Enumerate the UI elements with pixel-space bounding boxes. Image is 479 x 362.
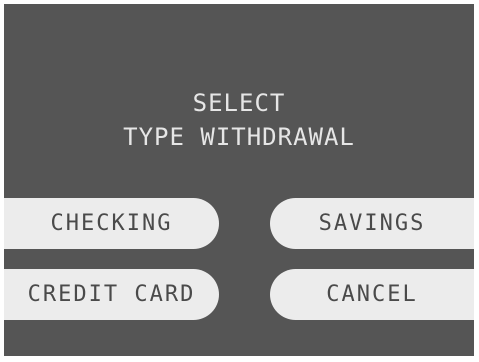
prompt-line-select: SELECT — [192, 89, 286, 117]
withdrawal-prompt: SELECT TYPE WITHDRAWAL — [4, 86, 474, 154]
atm-screen: SELECT TYPE WITHDRAWAL CHECKING SAVINGS … — [4, 4, 474, 356]
cancel-button[interactable]: CANCEL — [270, 269, 474, 320]
checking-button[interactable]: CHECKING — [4, 198, 219, 249]
prompt-line-type-withdrawal: TYPE WITHDRAWAL — [123, 123, 355, 151]
credit-card-button[interactable]: CREDIT CARD — [4, 269, 219, 320]
savings-button[interactable]: SAVINGS — [270, 198, 474, 249]
